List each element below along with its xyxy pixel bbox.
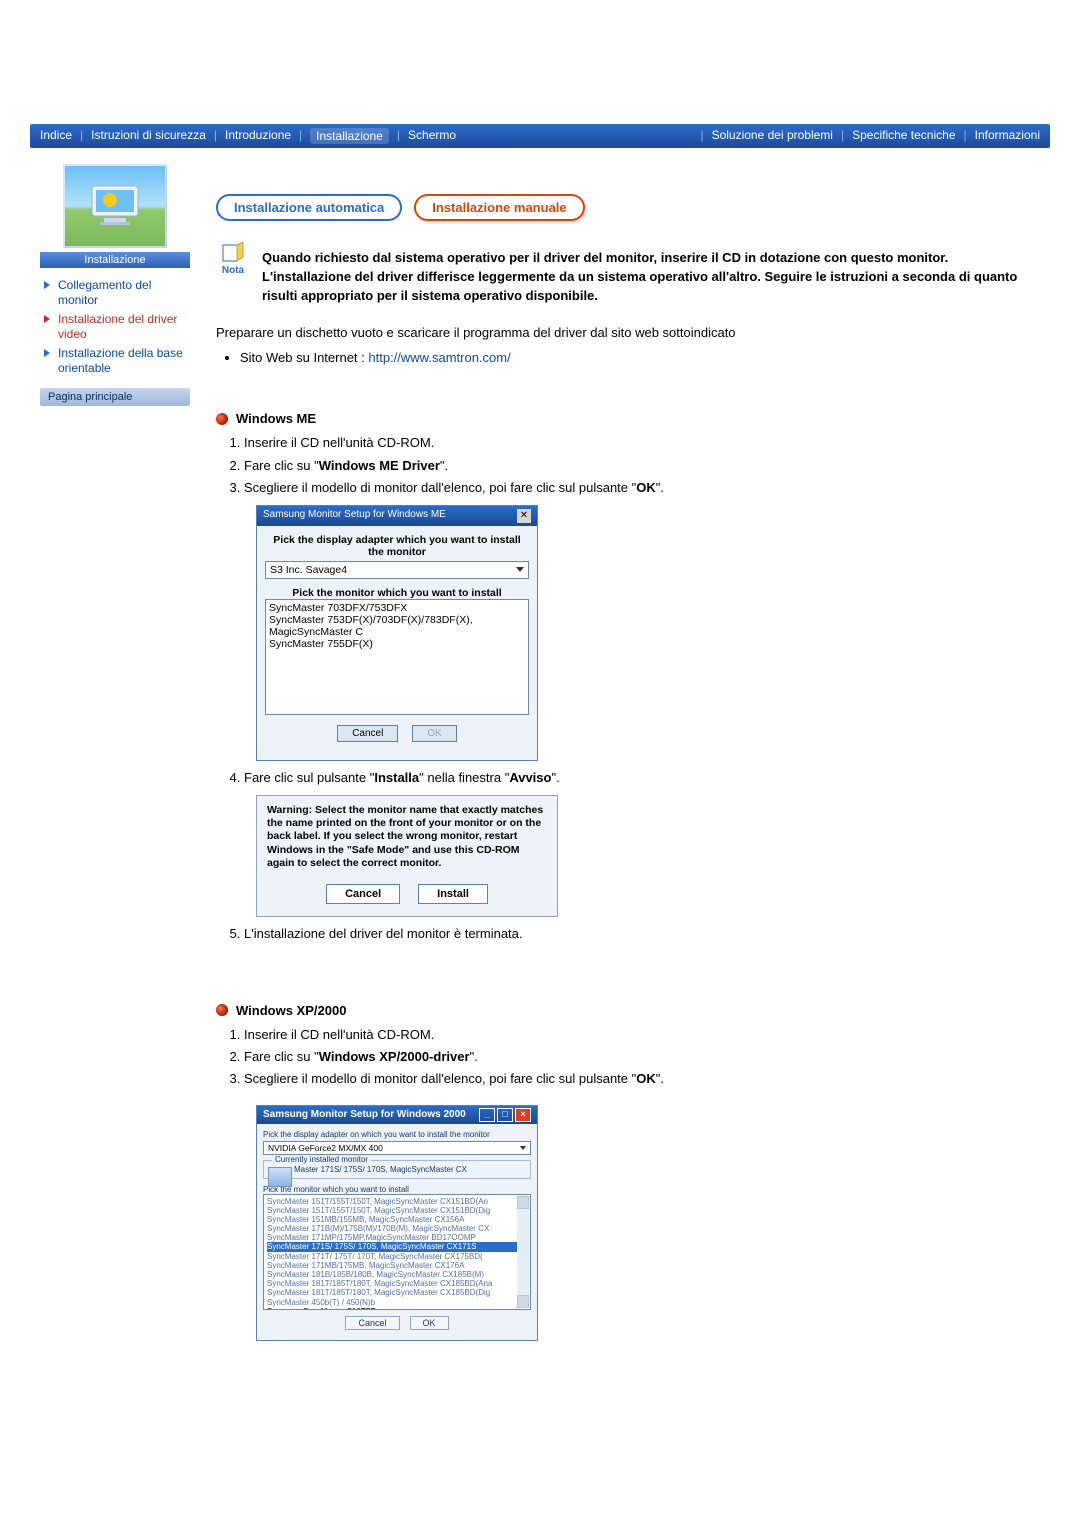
cancel-button[interactable]: Cancel [326, 884, 400, 904]
sidebar-home[interactable]: Pagina principale [40, 388, 190, 406]
sidebar-item-connection[interactable]: Collegamento del monitor [44, 276, 190, 310]
dialog-title: Samsung Monitor Setup for Windows 2000 [263, 1109, 466, 1120]
top-nav: Indice| Istruzioni di sicurezza| Introdu… [30, 124, 1050, 148]
list-item[interactable]: SyncMaster 151MB/155MB, MagicSyncMaster … [267, 1215, 527, 1224]
tab-auto-install[interactable]: Installazione automatica [216, 194, 402, 221]
minimize-icon[interactable]: _ [479, 1108, 495, 1122]
list-item[interactable]: SyncMaster 171MP/175MP,MagicSyncMaster B… [267, 1233, 527, 1242]
nav-informazioni[interactable]: Informazioni [975, 128, 1040, 144]
monitor-list[interactable]: SyncMaster 703DFX/753DFX SyncMaster 753D… [265, 599, 529, 715]
ok-button[interactable]: OK [410, 1316, 449, 1330]
maximize-icon[interactable]: □ [497, 1108, 513, 1122]
nav-soluzione[interactable]: Soluzione dei problemi [712, 128, 833, 144]
list-item[interactable]: SyncMaster 755DF(X) [269, 638, 525, 650]
list-item[interactable]: SyncMaster 450b(T) / 450(N)b [267, 1298, 527, 1307]
list-item[interactable]: SyncMaster 181B/185B/180B, MagicSyncMast… [267, 1270, 527, 1279]
cancel-button[interactable]: Cancel [337, 725, 398, 742]
monitor-icon [268, 1167, 292, 1187]
sidebar-section-title: Installazione [40, 252, 190, 268]
adapter-prompt: Pick the display adapter on which you wa… [263, 1130, 531, 1139]
chevron-down-icon [516, 567, 524, 572]
list-item-selected[interactable]: SyncMaster 171S/ 175S/ 170S, MagicSyncMa… [267, 1242, 527, 1251]
content: Installazione automatica Installazione m… [216, 154, 1040, 1341]
xp-step-1: Inserire il CD nell'unità CD-ROM. [244, 1026, 1020, 1044]
cancel-button[interactable]: Cancel [345, 1316, 399, 1330]
web-link-line: Sito Web su Internet : http://www.samtro… [240, 350, 1020, 365]
close-icon[interactable]: ✕ [517, 509, 531, 523]
install-button[interactable]: Install [418, 884, 488, 904]
list-item[interactable]: SyncMaster 181T/185T/180T, MagicSyncMast… [267, 1279, 527, 1288]
adapter-select[interactable]: NVIDIA GeForce2 MX/MX 400 [263, 1141, 531, 1155]
nav-specifiche[interactable]: Specifiche tecniche [852, 128, 955, 144]
nav-istruzioni[interactable]: Istruzioni di sicurezza [91, 128, 206, 144]
list-item[interactable]: SyncMaster 151T/155T/150T, MagicSyncMast… [267, 1197, 527, 1206]
sidebar: Installazione Collegamento del monitor I… [40, 154, 190, 1341]
nav-schermo[interactable]: Schermo [408, 128, 456, 144]
list-item[interactable]: SyncMaster 171T/ 175T/ 170T, MagicSyncMa… [267, 1252, 527, 1261]
list-item[interactable]: SyncMaster 181T/185T/180T, MagicSyncMast… [267, 1288, 527, 1297]
xp-step-2: Fare clic su "Windows XP/2000-driver". [244, 1048, 1020, 1066]
nav-installazione[interactable]: Installazione [310, 128, 389, 144]
scrollbar[interactable] [517, 1196, 529, 1308]
tabs: Installazione automatica Installazione m… [216, 194, 1020, 221]
dialog-title: Samsung Monitor Setup for Windows ME [263, 509, 446, 523]
note-text: Quando richiesto dal sistema operativo p… [262, 249, 1020, 306]
heading-windows-xp: Windows XP/2000 [216, 1003, 1020, 1018]
adapter-select[interactable]: S3 Inc. Savage4 [265, 561, 529, 579]
close-icon[interactable]: × [515, 1108, 531, 1122]
me-step-1: Inserire il CD nell'unità CD-ROM. [244, 434, 1020, 452]
currently-installed-box: Currently installed monitor Master 171S/… [263, 1160, 531, 1179]
nav-introduzione[interactable]: Introduzione [225, 128, 291, 144]
warning-dialog: Warning: Select the monitor name that ex… [256, 795, 558, 917]
monitor-prompt: Pick the monitor which you want to insta… [263, 1185, 531, 1194]
monitor-list[interactable]: SyncMaster 151T/155T/150T, MagicSyncMast… [263, 1194, 531, 1310]
bullet-icon [216, 1004, 228, 1016]
chevron-down-icon [520, 1146, 526, 1150]
nav-indice[interactable]: Indice [40, 128, 72, 144]
me-step-4: Fare clic sul pulsante "Installa" nella … [244, 769, 1020, 787]
xp-setup-dialog: Samsung Monitor Setup for Windows 2000 _… [256, 1105, 538, 1341]
list-item[interactable]: SyncMaster 171B(M)/175B(M)/170B(M), Magi… [267, 1224, 527, 1233]
list-item[interactable]: SyncMaster 171MB/175MB, MagicSyncMaster … [267, 1261, 527, 1270]
monitor-icon [88, 184, 142, 228]
me-step-3: Scegliere il modello di monitor dall'ele… [244, 479, 1020, 497]
bullet-icon [216, 413, 228, 425]
list-item[interactable]: SyncMaster 703DFX/753DFX [269, 602, 525, 614]
monitor-prompt: Pick the monitor which you want to insta… [265, 587, 529, 599]
sidebar-item-base[interactable]: Installazione della base orientable [44, 344, 190, 378]
me-step-2: Fare clic su "Windows ME Driver". [244, 457, 1020, 475]
me-setup-dialog: Samsung Monitor Setup for Windows ME ✕ P… [256, 505, 538, 761]
sidebar-item-driver[interactable]: Installazione del driver video [44, 310, 190, 344]
list-item[interactable]: SyncMaster 753DF(X)/703DF(X)/783DF(X), M… [269, 614, 525, 638]
samtron-link[interactable]: http://www.samtron.com/ [368, 350, 510, 365]
list-item[interactable]: SyncMaster 151T/155T/150T, MagicSyncMast… [267, 1206, 527, 1215]
tab-manual-install[interactable]: Installazione manuale [414, 194, 584, 221]
prepare-text: Preparare un dischetto vuoto e scaricare… [216, 324, 1020, 343]
note-icon: Nota [216, 241, 250, 276]
sidebar-thumbnail [63, 164, 167, 248]
warning-text: Warning: Select the monitor name that ex… [267, 804, 547, 870]
list-item[interactable]: Samsung SyncMaster 510TFT [267, 1307, 527, 1310]
adapter-prompt: Pick the display adapter which you want … [265, 534, 529, 558]
me-step-5: L'installazione del driver del monitor è… [244, 925, 1020, 943]
heading-windows-me: Windows ME [216, 411, 1020, 426]
ok-button: OK [412, 725, 456, 742]
xp-step-3: Scegliere il modello di monitor dall'ele… [244, 1070, 1020, 1088]
